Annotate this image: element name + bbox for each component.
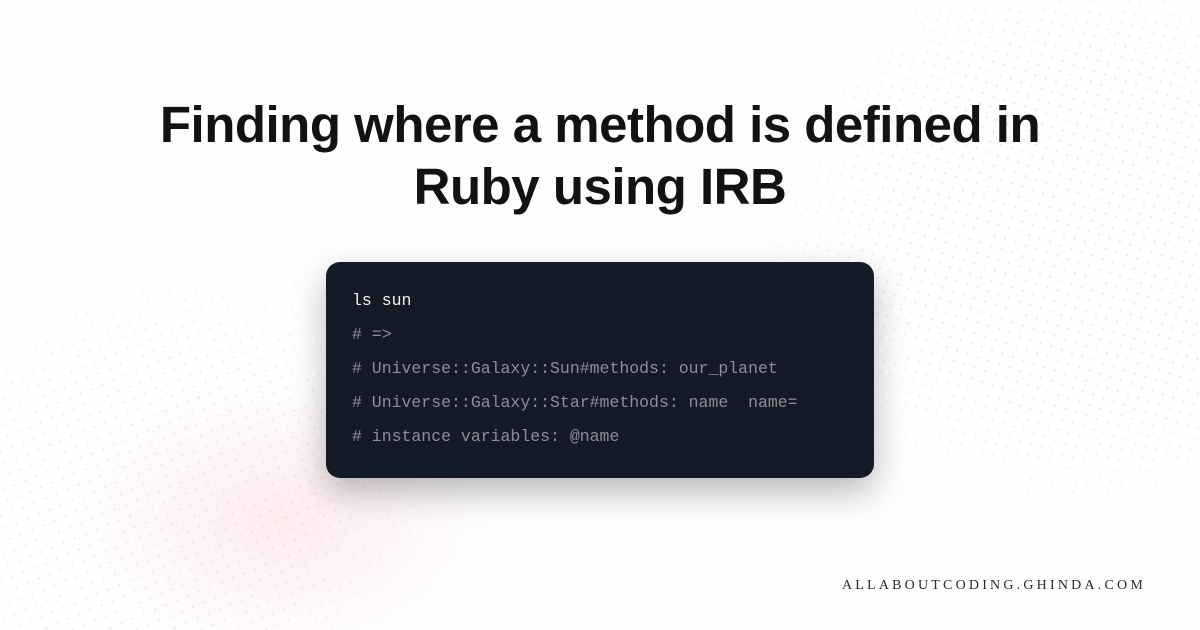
page-title: Finding where a method is defined in Rub… xyxy=(140,94,1060,218)
code-output-line: # Universe::Galaxy::Star#methods: name n… xyxy=(352,386,848,420)
code-command: ls sun xyxy=(352,284,848,318)
code-output-line: # Universe::Galaxy::Sun#methods: our_pla… xyxy=(352,352,848,386)
code-snippet-card: ls sun # => # Universe::Galaxy::Sun#meth… xyxy=(326,262,874,477)
code-output-line: # => xyxy=(352,318,848,352)
code-output-line: # instance variables: @name xyxy=(352,420,848,454)
